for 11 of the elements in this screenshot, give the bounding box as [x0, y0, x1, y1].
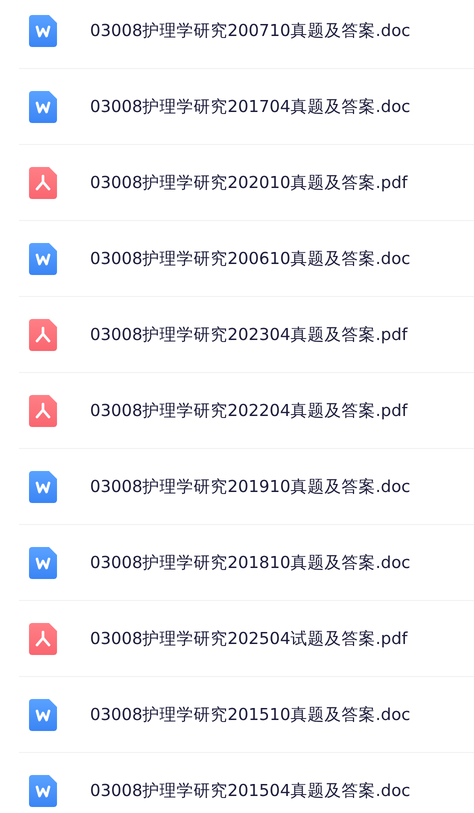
file-name[interactable]: 03008护理学研究202204真题及答案.pdf	[90, 400, 408, 422]
file-name[interactable]: 03008护理学研究201510真题及答案.doc	[90, 704, 410, 726]
file-name[interactable]: 03008护理学研究202304真题及答案.pdf	[90, 324, 408, 346]
file-name[interactable]: 03008护理学研究201810真题及答案.doc	[90, 552, 410, 574]
file-name[interactable]: 03008护理学研究201704真题及答案.doc	[90, 96, 410, 118]
file-name[interactable]: 03008护理学研究202010真题及答案.pdf	[90, 172, 408, 194]
file-name[interactable]: 03008护理学研究201504真题及答案.doc	[90, 780, 410, 802]
file-name[interactable]: 03008护理学研究200610真题及答案.doc	[90, 248, 410, 270]
file-name[interactable]: 03008护理学研究202504试题及答案.pdf	[90, 628, 408, 650]
file-name[interactable]: 03008护理学研究200710真题及答案.doc	[90, 20, 410, 42]
file-name[interactable]: 03008护理学研究201910真题及答案.doc	[90, 476, 410, 498]
